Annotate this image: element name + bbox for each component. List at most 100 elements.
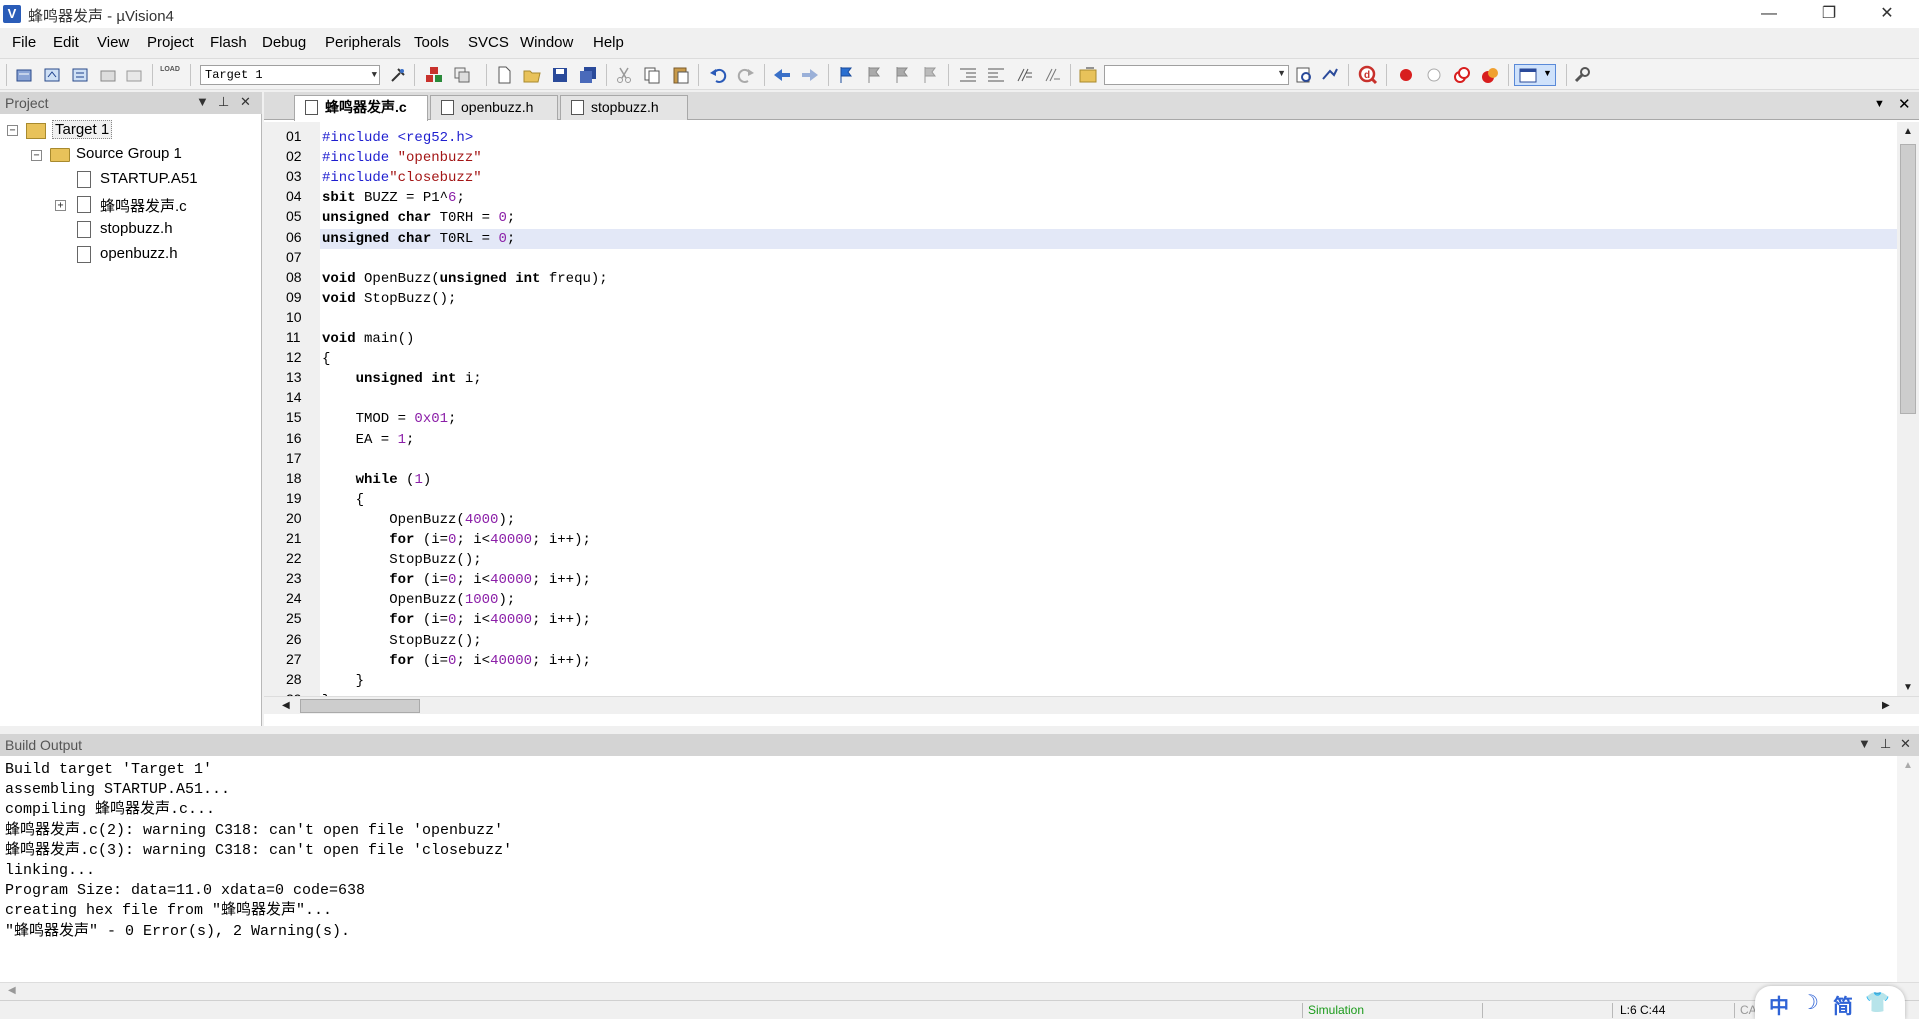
code-line[interactable]: #include "openbuzz" — [322, 148, 482, 168]
target-select[interactable]: Target 1 ▼ — [200, 65, 380, 85]
shirt-icon[interactable]: 👕 — [1865, 990, 1890, 1015]
save-all-icon[interactable] — [578, 65, 598, 85]
tree-target[interactable]: Target 1 — [52, 120, 113, 139]
code-line[interactable]: sbit BUZZ = P1^6; — [322, 188, 465, 208]
manage-components-icon[interactable] — [424, 65, 444, 85]
menu-project[interactable]: Project — [147, 34, 194, 51]
code-line[interactable]: void StopBuzz(); — [322, 289, 456, 309]
target-options-icon[interactable] — [388, 65, 408, 85]
code-line[interactable]: #include <reg52.h> — [322, 128, 473, 148]
next-bookmark-icon[interactable] — [892, 65, 912, 85]
menu-view[interactable]: View — [97, 34, 129, 51]
menu-debug[interactable]: Debug — [262, 34, 306, 51]
tree-file-stopbuzz[interactable]: stopbuzz.h — [100, 220, 173, 237]
breakpoint-icon[interactable] — [1396, 65, 1416, 85]
window-layout-button[interactable]: ▼ — [1514, 64, 1556, 86]
code-line[interactable]: { — [322, 490, 364, 510]
output-vertical-scrollbar[interactable]: ▲ — [1897, 756, 1919, 982]
tab-main-c[interactable]: 蜂鸣器发声.c — [294, 95, 428, 121]
code-line[interactable]: unsigned int i; — [322, 369, 482, 389]
code-line[interactable]: TMOD = 0x01; — [322, 409, 457, 429]
code-line[interactable]: StopBuzz(); — [322, 631, 481, 651]
find-input[interactable]: ▼ — [1104, 65, 1289, 85]
collapse-group-icon[interactable]: − — [31, 150, 42, 161]
menu-window[interactable]: Window — [520, 34, 573, 51]
menu-peripherals[interactable]: Peripherals — [325, 34, 401, 51]
tree-file-startup[interactable]: STARTUP.A51 — [100, 170, 198, 187]
uncomment-icon[interactable] — [1042, 65, 1062, 85]
code-line[interactable]: OpenBuzz(4000); — [322, 510, 515, 530]
navigate-back-icon[interactable] — [772, 65, 792, 85]
vertical-scrollbar[interactable]: ▲ ▼ — [1897, 122, 1919, 696]
close-tab-icon[interactable]: ✕ — [1898, 95, 1911, 113]
tree-source-group[interactable]: Source Group 1 — [76, 145, 182, 162]
scroll-left-icon[interactable]: ◀ — [8, 985, 16, 996]
close-panel-icon[interactable]: ✕ — [240, 94, 251, 110]
horizontal-scrollbar[interactable]: ◀ ▶ — [264, 696, 1919, 714]
kill-all-breakpoints-icon[interactable] — [1480, 65, 1500, 85]
tree-file-openbuzz[interactable]: openbuzz.h — [100, 245, 178, 262]
undo-icon[interactable] — [708, 65, 728, 85]
menu-tools[interactable]: Tools — [414, 34, 449, 51]
rebuild-icon[interactable] — [70, 65, 90, 85]
pin-icon[interactable]: ⊥ — [218, 94, 229, 110]
find-icon[interactable] — [1294, 65, 1314, 85]
scroll-up-icon[interactable]: ▲ — [1903, 126, 1913, 137]
code-line[interactable]: for (i=0; i<40000; i++); — [322, 530, 591, 550]
code-line[interactable]: EA = 1; — [322, 430, 415, 450]
indent-icon[interactable] — [958, 65, 978, 85]
cut-icon[interactable] — [614, 65, 634, 85]
paste-icon[interactable] — [670, 65, 690, 85]
unindent-icon[interactable] — [986, 65, 1006, 85]
new-file-icon[interactable] — [494, 65, 514, 85]
clear-bookmarks-icon[interactable] — [920, 65, 940, 85]
pin-icon[interactable]: ⊥ — [1880, 736, 1891, 752]
scroll-left-icon[interactable]: ◀ — [282, 700, 290, 711]
ime-simplified[interactable]: 简 — [1833, 990, 1853, 1019]
find-in-files-icon[interactable] — [1078, 65, 1098, 85]
menu-file[interactable]: File — [12, 34, 36, 51]
tab-openbuzz[interactable]: openbuzz.h — [430, 95, 558, 120]
collapse-target-icon[interactable]: − — [7, 125, 18, 136]
disable-all-breakpoints-icon[interactable] — [1452, 65, 1472, 85]
code-line[interactable]: unsigned char T0RH = 0; — [322, 208, 515, 228]
file-extensions-icon[interactable] — [452, 65, 472, 85]
code-area[interactable]: #include <reg52.h> #include "openbuzz" #in… — [320, 122, 1897, 696]
save-icon[interactable] — [550, 65, 570, 85]
disable-breakpoint-icon[interactable] — [1424, 65, 1444, 85]
comment-icon[interactable] — [1014, 65, 1034, 85]
vertical-scroll-thumb[interactable] — [1900, 144, 1916, 414]
menu-svcs[interactable]: SVCS — [468, 34, 509, 51]
tab-stopbuzz[interactable]: stopbuzz.h — [560, 95, 688, 120]
code-line[interactable]: void OpenBuzz(unsigned int frequ); — [322, 269, 608, 289]
build-output-text[interactable]: Build target 'Target 1' assembling STARTU… — [0, 756, 1897, 982]
code-line[interactable]: unsigned char T0RL = 0; — [322, 229, 515, 249]
horizontal-scroll-thumb[interactable] — [300, 699, 420, 713]
menu-edit[interactable]: Edit — [53, 34, 79, 51]
code-line[interactable]: void main() — [322, 329, 414, 349]
menu-help[interactable]: Help — [593, 34, 624, 51]
navigate-forward-icon[interactable] — [800, 65, 820, 85]
batch-build-icon[interactable] — [98, 65, 118, 85]
scroll-down-icon[interactable]: ▼ — [1903, 682, 1913, 693]
moon-icon[interactable]: ☽ — [1801, 990, 1819, 1015]
close-window-button[interactable]: ✕ — [1864, 0, 1910, 28]
code-line[interactable]: } — [322, 671, 364, 691]
build-icon[interactable] — [42, 65, 62, 85]
load-icon[interactable]: LOAD — [160, 65, 180, 85]
code-line[interactable]: for (i=0; i<40000; i++); — [322, 570, 591, 590]
prev-bookmark-icon[interactable] — [864, 65, 884, 85]
open-file-icon[interactable] — [522, 65, 542, 85]
maximize-button[interactable]: ❐ — [1806, 0, 1852, 28]
minimize-button[interactable]: — — [1746, 0, 1792, 28]
scroll-right-icon[interactable]: ▶ — [1882, 700, 1890, 711]
output-horizontal-scrollbar[interactable]: ◀ — [0, 982, 1919, 999]
start-debug-icon[interactable]: d — [1358, 65, 1378, 85]
menu-flash[interactable]: Flash — [210, 34, 247, 51]
panel-menu-icon[interactable]: ▼ — [1858, 736, 1871, 751]
configure-icon[interactable] — [1572, 65, 1592, 85]
panel-menu-icon[interactable]: ▼ — [196, 94, 209, 109]
tree-file-main-c[interactable]: 蜂鸣器发声.c — [100, 195, 187, 216]
translate-icon[interactable] — [14, 65, 34, 85]
code-line[interactable]: StopBuzz(); — [322, 550, 481, 570]
